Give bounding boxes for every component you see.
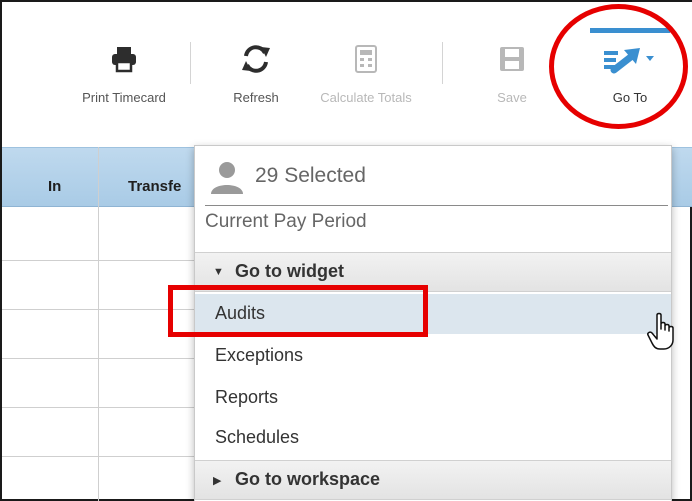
annotation-circle xyxy=(549,4,688,129)
divider xyxy=(205,205,668,206)
hand-pointer-icon xyxy=(646,312,678,352)
pay-period: Current Pay Period xyxy=(205,211,367,232)
menu-item-label: Schedules xyxy=(215,427,300,447)
caret-right-icon: ▶ xyxy=(213,475,222,487)
toolbar-divider xyxy=(442,42,443,84)
column-header-in[interactable]: In xyxy=(48,178,61,195)
app-window: Print Timecard Refresh Calculate Totals … xyxy=(0,0,692,501)
menu-item-label: Reports xyxy=(215,387,279,407)
save-button[interactable]: Save xyxy=(466,38,558,106)
calculate-totals-label: Calculate Totals xyxy=(320,90,412,105)
calculate-totals-button[interactable]: Calculate Totals xyxy=(320,38,412,106)
table-row xyxy=(2,407,202,408)
selected-count: 29 Selected xyxy=(255,164,366,187)
column-header-transfer[interactable]: Transfe xyxy=(128,178,181,195)
refresh-label: Refresh xyxy=(233,90,279,105)
menu-item-reports[interactable]: Reports xyxy=(195,378,671,418)
refresh-button[interactable]: Refresh xyxy=(210,38,302,106)
user-silhouette-icon xyxy=(209,160,249,196)
grid-column-divider xyxy=(98,147,99,501)
save-label: Save xyxy=(497,90,527,105)
toolbar: Print Timecard Refresh Calculate Totals … xyxy=(2,2,692,147)
section-label: Go to widget xyxy=(235,261,344,281)
menu-item-exceptions[interactable]: Exceptions xyxy=(195,336,671,376)
refresh-icon xyxy=(210,38,302,80)
section-label: Go to workspace xyxy=(235,469,381,489)
table-row xyxy=(2,260,202,261)
print-timecard-button[interactable]: Print Timecard xyxy=(78,38,170,106)
menu-item-label: Exceptions xyxy=(215,345,304,365)
toolbar-divider xyxy=(190,42,191,84)
menu-item-schedules[interactable]: Schedules xyxy=(195,418,671,458)
go-to-workspace-section[interactable]: ▶ Go to workspace xyxy=(195,460,671,500)
annotation-rectangle xyxy=(168,285,428,337)
caret-down-icon: ▼ xyxy=(213,266,224,278)
table-row xyxy=(2,456,202,457)
floppy-disk-icon xyxy=(466,38,558,80)
table-row xyxy=(2,358,202,359)
printer-icon xyxy=(78,38,170,80)
print-timecard-label: Print Timecard xyxy=(82,90,166,105)
selection-summary: 29 Selected xyxy=(205,158,665,198)
calculator-icon xyxy=(320,38,412,80)
